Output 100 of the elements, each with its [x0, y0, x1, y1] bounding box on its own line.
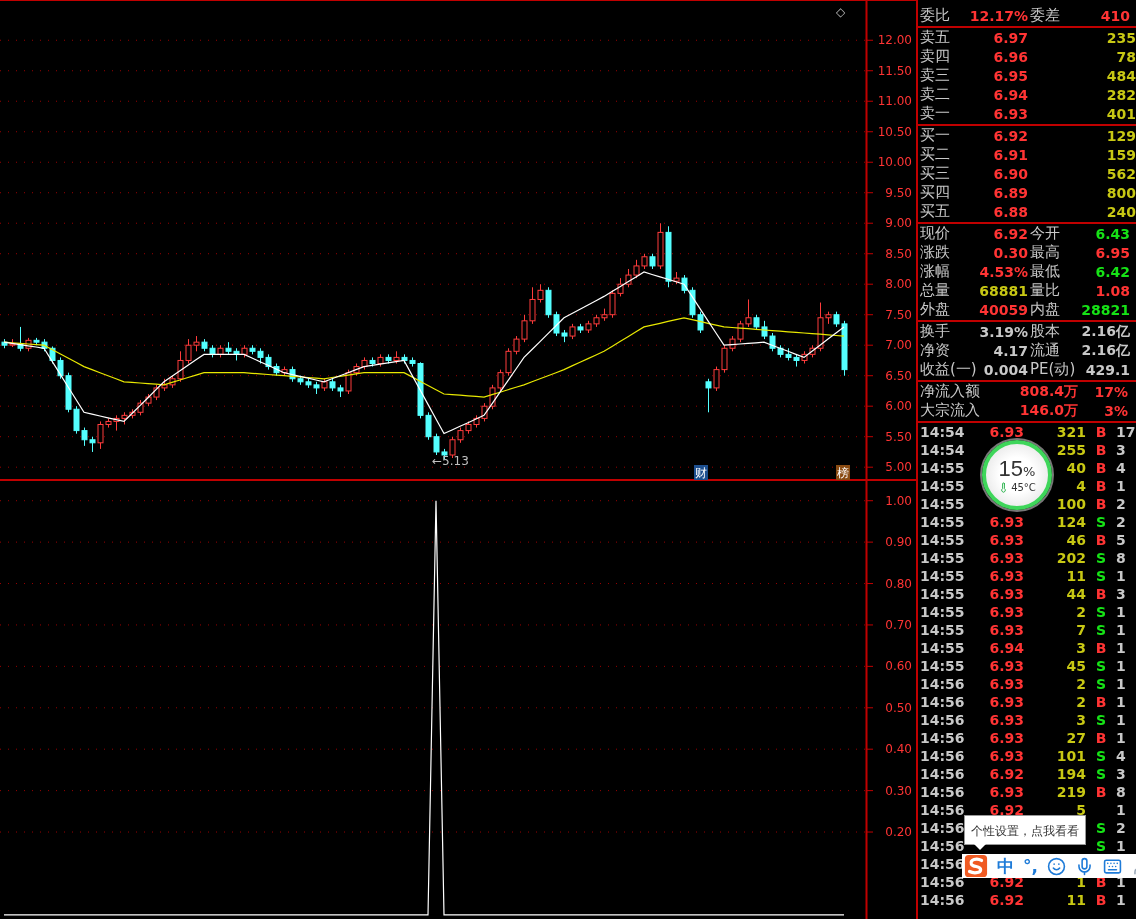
tick-count: 1	[1116, 694, 1126, 710]
order-volume: 401	[1106, 105, 1136, 122]
punctuation-toggle[interactable]: °,	[1023, 856, 1038, 876]
ranking-badge[interactable]: 榜	[836, 465, 850, 480]
tick-volume: 11	[1066, 892, 1086, 908]
order-level-label: 卖四	[920, 47, 950, 66]
tick-time: 14:56	[920, 802, 965, 818]
tick-price: 6.93	[989, 730, 1024, 746]
tick-side: B	[1095, 496, 1107, 512]
tick-side: S	[1095, 568, 1107, 584]
tick-volume: 11	[1066, 568, 1086, 584]
field-label: 涨幅	[920, 262, 950, 281]
tick-price: 6.92	[989, 802, 1024, 818]
tick-time: 14:55	[920, 514, 965, 530]
axis-label: 12.00	[877, 33, 912, 48]
tick-time: 14:56	[920, 820, 965, 836]
field-label: 今开	[1030, 224, 1060, 243]
tick-volume: 202	[1056, 550, 1086, 566]
tick-count: 2	[1116, 496, 1126, 512]
axis-label: 11.00	[877, 94, 912, 109]
order-level-label: 买三	[920, 164, 950, 183]
tick-time: 14:54	[920, 442, 965, 458]
axis-label: 1.00	[885, 493, 912, 508]
order-price: 6.88	[993, 203, 1028, 220]
tick-side: B	[1095, 730, 1107, 746]
field-label: 现价	[920, 224, 950, 243]
axis-label: 9.00	[885, 216, 912, 231]
flow-label: 净流入额	[920, 382, 980, 401]
tick-price: 6.92	[989, 766, 1024, 782]
logo-icon[interactable]	[964, 854, 988, 878]
axis-label: 6.00	[885, 399, 912, 414]
percent-sign: %	[1023, 463, 1036, 479]
field-label: 净资	[920, 341, 950, 360]
tick-count: 1	[1116, 730, 1126, 746]
low-price-marker: ←5.13	[432, 454, 469, 468]
tick-volume: 3	[1076, 640, 1086, 656]
tick-side: B	[1095, 460, 1107, 476]
tick-count: 2	[1116, 820, 1126, 836]
axis-label: 10.50	[877, 124, 912, 139]
tick-price: 6.94	[989, 640, 1024, 656]
axis-label: 0.70	[885, 617, 912, 632]
field-label: 外盘	[920, 300, 950, 319]
field-value: 0.30	[993, 244, 1028, 261]
tick-side: B	[1095, 442, 1107, 458]
tick-time: 14:55	[920, 550, 965, 566]
tick-time: 14:56	[920, 784, 965, 800]
emoji-icon[interactable]	[1046, 856, 1066, 876]
tick-volume: 27	[1066, 730, 1086, 746]
cpu-widget[interactable]: 15% 45°C	[982, 440, 1052, 510]
axis-label: 0.80	[885, 576, 912, 591]
field-value: 6.43	[1095, 225, 1130, 242]
tick-count: 1	[1116, 712, 1126, 728]
order-level-label: 卖五	[920, 28, 950, 47]
field-value: 6.92	[993, 225, 1028, 242]
keyboard-icon[interactable]	[1102, 856, 1122, 876]
tick-time: 14:55	[920, 496, 965, 512]
tick-count: 1	[1116, 658, 1126, 674]
order-level-label: 卖三	[920, 66, 950, 85]
tick-price: 6.93	[989, 784, 1024, 800]
field-label: 总量	[920, 281, 950, 300]
field-value: 1.08	[1095, 282, 1130, 299]
tick-time: 14:55	[920, 586, 965, 602]
axis-label: 8.50	[885, 246, 912, 261]
field-value: 410	[1100, 7, 1130, 24]
field-label: 最低	[1030, 262, 1060, 281]
tick-volume: 100	[1056, 496, 1086, 512]
tick-price: 6.92	[989, 892, 1024, 908]
order-level-label: 买二	[920, 145, 950, 164]
tick-volume: 44	[1066, 586, 1086, 602]
tick-side: S	[1095, 676, 1107, 692]
tick-volume: 7	[1076, 622, 1086, 638]
axis-label: 7.50	[885, 307, 912, 322]
tick-side: S	[1095, 514, 1107, 530]
tick-volume: 5	[1076, 802, 1086, 818]
finance-badge[interactable]: 财	[694, 465, 708, 480]
tick-side: S	[1095, 604, 1107, 620]
field-value: 2.16亿	[1081, 341, 1130, 360]
tick-side: B	[1095, 892, 1107, 908]
tick-side: S	[1095, 622, 1107, 638]
tick-count: 8	[1116, 784, 1126, 800]
tick-count: 3	[1116, 766, 1126, 782]
input-mode-toggle[interactable]: 中	[997, 854, 1014, 878]
tick-price: 6.93	[989, 658, 1024, 674]
tick-volume: 321	[1056, 424, 1086, 440]
tick-volume: 2	[1076, 694, 1086, 710]
tick-count: 1	[1116, 802, 1126, 818]
tick-volume: 124	[1056, 514, 1086, 530]
field-value: 429.1	[1085, 361, 1130, 378]
tick-count: 17	[1116, 424, 1136, 440]
order-price: 6.91	[993, 146, 1028, 163]
tick-price: 6.93	[989, 568, 1024, 584]
axis-label: 9.50	[885, 185, 912, 200]
tick-price: 6.93	[989, 586, 1024, 602]
tick-volume: 219	[1056, 784, 1086, 800]
field-label: 股本	[1030, 322, 1060, 341]
tick-side: S	[1095, 820, 1107, 836]
tick-volume: 2	[1076, 676, 1086, 692]
tick-side: S	[1095, 712, 1107, 728]
axis-label: 6.50	[885, 368, 912, 383]
field-value: 4.17	[993, 342, 1028, 359]
